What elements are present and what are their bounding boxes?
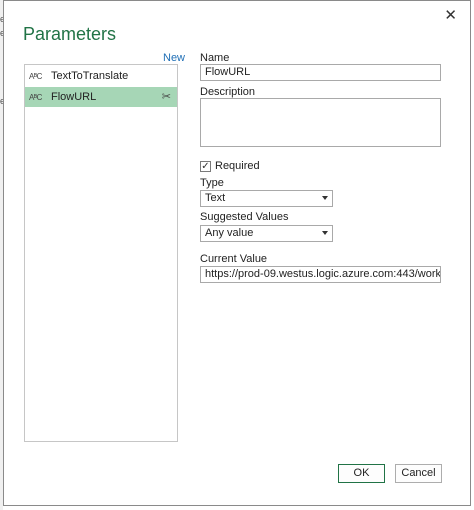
delete-parameter-icon[interactable]: ✂ (162, 90, 171, 103)
dialog-title: Parameters (23, 24, 117, 44)
current-value-input[interactable]: https://prod-09.westus.logic.azure.com:4… (200, 266, 441, 283)
parameter-list: AᴮC TextToTranslate AᴮC FlowURL ✂ (24, 64, 178, 442)
type-select-value: Text (205, 192, 226, 204)
chevron-down-icon (322, 231, 328, 235)
cancel-button[interactable]: Cancel (395, 464, 442, 483)
new-parameter-link[interactable]: New (163, 52, 185, 64)
ok-button[interactable]: OK (338, 464, 385, 483)
type-select[interactable]: Text (200, 190, 333, 207)
current-value-label: Current Value (200, 253, 268, 265)
name-input[interactable]: FlowURL (200, 64, 441, 81)
parameter-item-flowurl[interactable]: AᴮC FlowURL ✂ (25, 87, 177, 107)
close-icon[interactable]: ✕ (444, 6, 457, 24)
text-type-icon: AᴮC (29, 71, 42, 81)
description-textarea[interactable] (200, 98, 441, 147)
text-type-icon: AᴮC (29, 92, 42, 102)
chevron-down-icon (322, 196, 328, 200)
description-label: Description (200, 86, 256, 98)
suggested-values-value: Any value (205, 227, 254, 239)
parameter-name: FlowURL (51, 91, 97, 103)
checkmark-icon: ✓ (201, 161, 210, 172)
parameter-item-texttotranslate[interactable]: AᴮC TextToTranslate (25, 66, 177, 86)
required-checkbox[interactable]: ✓ (200, 161, 211, 172)
suggested-values-label: Suggested Values (200, 211, 289, 223)
parameter-name: TextToTranslate (51, 70, 129, 82)
required-label: Required (215, 160, 260, 172)
name-label: Name (200, 52, 230, 64)
suggested-values-select[interactable]: Any value (200, 225, 333, 242)
type-label: Type (200, 177, 224, 189)
